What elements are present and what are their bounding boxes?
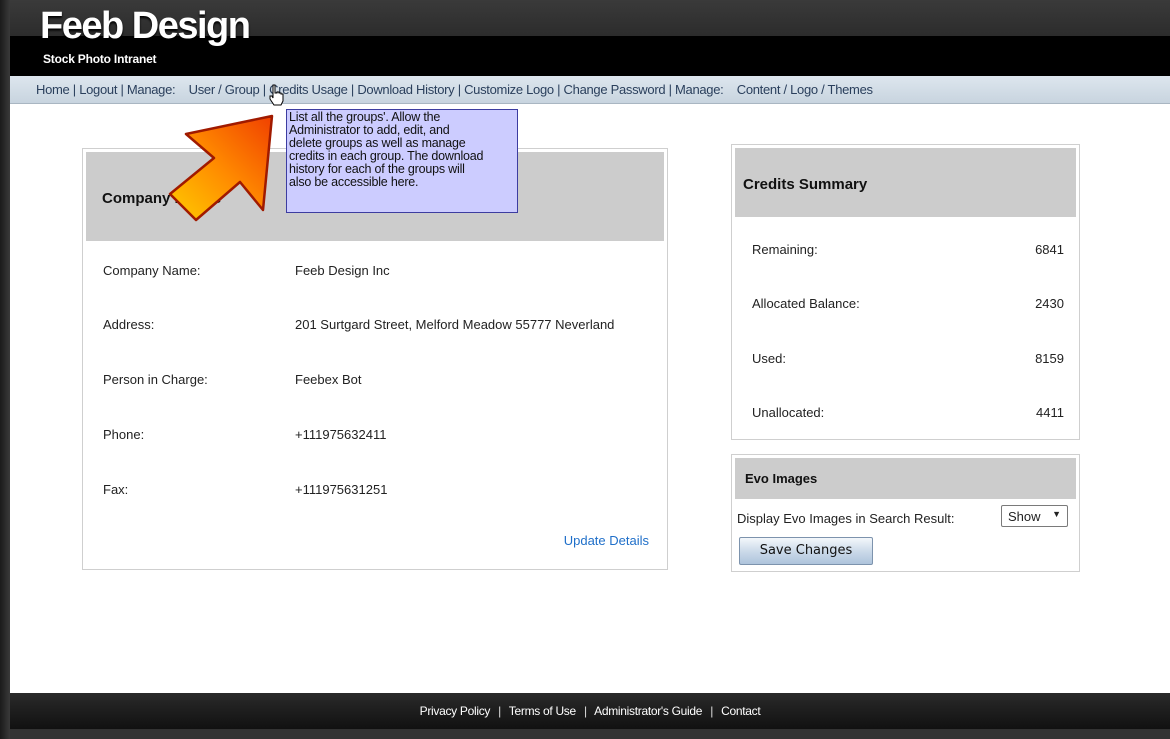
footer-separator: | <box>583 704 587 718</box>
company-name-label: Company Name: <box>103 263 201 278</box>
site-tagline: Stock Photo Intranet <box>43 52 157 66</box>
fax-value: +111975631251 <box>295 482 388 497</box>
nav-group[interactable]: Group <box>225 82 260 97</box>
footer-separator: | <box>710 704 714 718</box>
nav-manage-label-2: Manage: <box>674 82 724 97</box>
phone-label: Phone: <box>103 427 145 442</box>
address-value: 201 Surtgard Street, Melford Meadow 5577… <box>295 317 615 332</box>
footer-contact-link[interactable]: Contact <box>721 704 761 718</box>
nav-logout[interactable]: Logout <box>79 82 117 97</box>
nav-user[interactable]: User <box>189 82 216 97</box>
nav-manage-label: Manage: <box>126 82 176 97</box>
main-nav: Home | Logout | Manage: User / Group | C… <box>10 76 1170 104</box>
company-name-value: Feeb Design Inc <box>295 263 390 278</box>
evo-images-select[interactable]: Show ▼ <box>1001 505 1068 527</box>
window-frame-bottom <box>10 729 1170 739</box>
update-details-link[interactable]: Update Details <box>564 533 649 548</box>
evo-images-selected-value: Show <box>1008 509 1041 524</box>
nav-customize-logo[interactable]: Customize Logo <box>464 82 554 97</box>
evo-images-label: Display Evo Images in Search Result: <box>737 511 955 526</box>
credits-summary-panel: Credits Summary Remaining: 6841 Allocate… <box>731 144 1080 440</box>
credits-allocated-label: Allocated Balance: <box>752 296 860 311</box>
hand-pointer-icon <box>269 84 284 106</box>
credits-remaining-label: Remaining: <box>752 242 818 257</box>
credits-unallocated-label: Unallocated: <box>752 405 825 420</box>
save-changes-button[interactable]: Save Changes <box>739 537 873 565</box>
nav-content[interactable]: Content <box>737 82 781 97</box>
credits-summary-title: Credits Summary <box>735 148 1076 217</box>
credits-allocated-value: 2430 <box>1035 296 1064 311</box>
nav-spacer <box>727 82 734 97</box>
evo-images-panel: Evo Images Display Evo Images in Search … <box>731 454 1080 572</box>
nav-change-password[interactable]: Change Password <box>564 82 666 97</box>
footer-terms-link[interactable]: Terms of Use <box>509 704 576 718</box>
window-frame-left <box>0 0 10 739</box>
chevron-down-icon: ▼ <box>1052 509 1061 519</box>
nav-themes[interactable]: Themes <box>828 82 873 97</box>
footer-privacy-link[interactable]: Privacy Policy <box>420 704 491 718</box>
person-in-charge-value: Feebex Bot <box>295 372 362 387</box>
footer-guide-link[interactable]: Administrator's Guide <box>594 704 702 718</box>
person-in-charge-label: Person in Charge: <box>103 372 208 387</box>
evo-images-title: Evo Images <box>735 458 1076 499</box>
credits-used-value: 8159 <box>1035 351 1064 366</box>
nav-home[interactable]: Home <box>36 82 70 97</box>
site-footer: Privacy Policy | Terms of Use | Administ… <box>10 693 1170 729</box>
group-tooltip: List all the groups'. Allow the Administ… <box>286 109 518 213</box>
nav-slash: / <box>218 82 225 97</box>
credits-unallocated-value: 4411 <box>1036 405 1064 420</box>
footer-separator: | <box>498 704 501 718</box>
site-logo: Feeb Design <box>40 5 251 47</box>
credits-used-label: Used: <box>752 351 786 366</box>
site-header: Feeb Design Stock Photo Intranet <box>10 0 1170 76</box>
address-label: Address: <box>103 317 155 332</box>
phone-value: +111975632411 <box>295 427 387 442</box>
fax-label: Fax: <box>103 482 129 497</box>
nav-logo[interactable]: Logo <box>790 82 818 97</box>
nav-spacer <box>179 82 186 97</box>
callout-arrow-icon <box>168 114 274 222</box>
nav-download-history[interactable]: Download History <box>357 82 454 97</box>
credits-remaining-value: 6841 <box>1035 242 1064 257</box>
